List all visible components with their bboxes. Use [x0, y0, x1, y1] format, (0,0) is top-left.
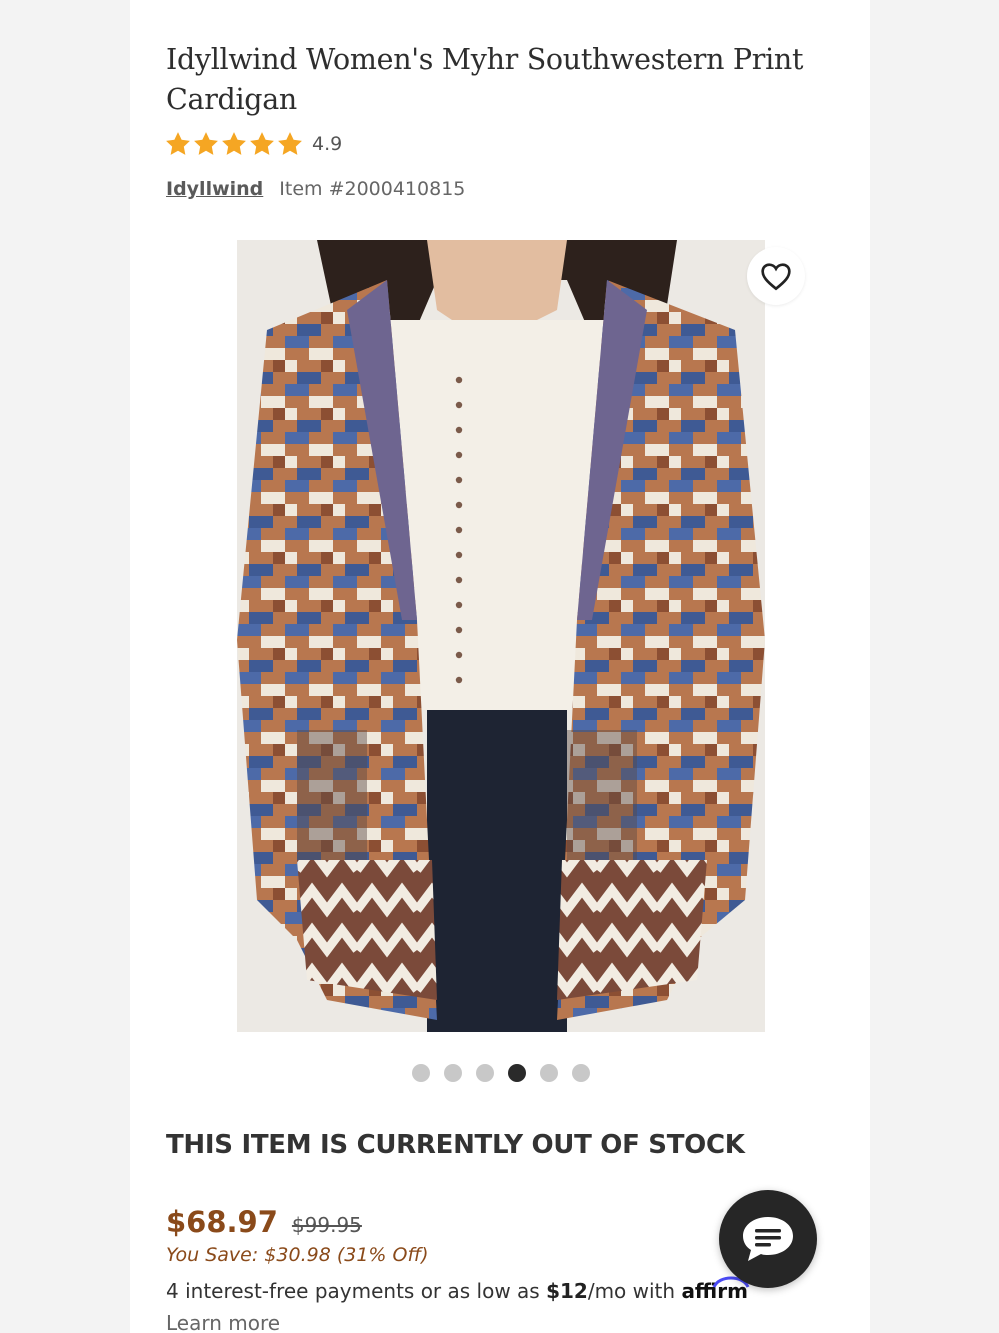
item-number: Item #2000410815: [279, 178, 466, 200]
product-page: Idyllwind Women's Myhr Southwestern Prin…: [130, 0, 870, 1333]
wishlist-button[interactable]: [747, 247, 805, 305]
brand-link[interactable]: Idyllwind: [166, 178, 263, 200]
chat-button[interactable]: [719, 1190, 817, 1288]
gallery-dot[interactable]: [444, 1064, 462, 1082]
original-price: $99.95: [291, 1213, 362, 1237]
gallery-pagination: [412, 1064, 590, 1082]
affirm-suffix: /mo with: [587, 1279, 682, 1303]
affirm-amount: $12: [546, 1279, 588, 1303]
affirm-prefix: 4 interest-free payments or as low as: [166, 1279, 547, 1303]
savings-text: You Save: $30.98 (31% Off): [166, 1244, 429, 1266]
star-icon: [222, 132, 246, 155]
affirm-financing: 4 interest-free payments or as low as $1…: [166, 1275, 806, 1333]
star-icon: [194, 132, 218, 155]
gallery-dot[interactable]: [572, 1064, 590, 1082]
star-icon: [278, 132, 302, 155]
price-row: $68.97 $99.95: [166, 1205, 362, 1239]
gallery-dot[interactable]: [476, 1064, 494, 1082]
cardigan-illustration: [237, 240, 765, 1032]
out-of-stock-message: THIS ITEM IS CURRENTLY OUT OF STOCK: [166, 1130, 745, 1160]
gallery-dot[interactable]: [412, 1064, 430, 1082]
chat-bubble-icon: [743, 1217, 793, 1261]
product-meta: Idyllwind Item #2000410815: [166, 178, 465, 200]
heart-icon: [761, 263, 791, 291]
rating-stars: [164, 130, 304, 158]
affirm-learn-more-link[interactable]: Learn more: [166, 1311, 280, 1333]
star-icon: [166, 132, 190, 155]
product-image[interactable]: [237, 240, 765, 1032]
affirm-logo: affirm: [681, 1276, 750, 1303]
star-icon: [250, 132, 274, 155]
sale-price: $68.97: [166, 1205, 278, 1239]
gallery-dot[interactable]: [540, 1064, 558, 1082]
product-title: Idyllwind Women's Myhr Southwestern Prin…: [166, 43, 804, 116]
rating-value: 4.9: [312, 133, 343, 155]
rating[interactable]: 4.9: [164, 129, 342, 159]
gallery-dot-active[interactable]: [508, 1064, 526, 1082]
